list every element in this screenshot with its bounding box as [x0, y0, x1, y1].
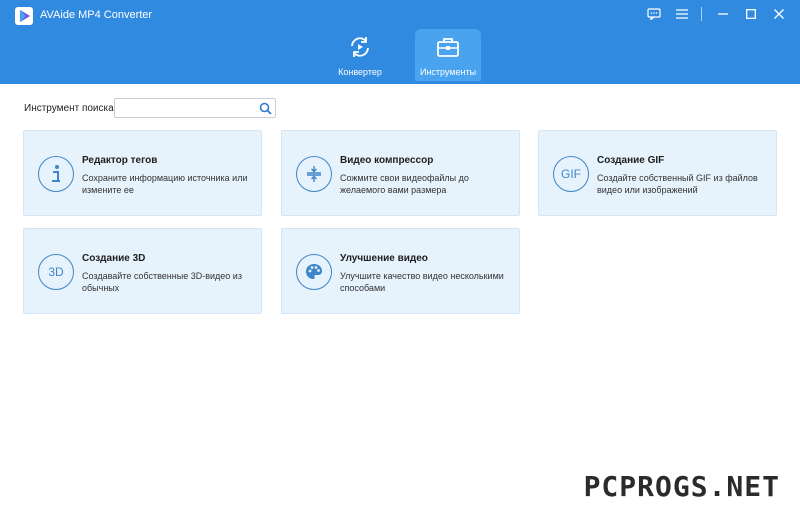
card-title: Редактор тегов: [82, 155, 158, 166]
tab-converter[interactable]: Конвертер: [327, 29, 393, 81]
search-label: Инструмент поиска:: [24, 103, 117, 114]
feedback-icon[interactable]: [643, 4, 665, 24]
convert-icon: [347, 36, 373, 58]
close-icon[interactable]: [768, 4, 790, 24]
card-description: Сохраните информацию источника или измен…: [82, 173, 248, 195]
card-description: Создайте собственный GIF из файлов видео…: [597, 173, 758, 195]
3d-icon: 3D: [38, 254, 74, 290]
card-title: Создание 3D: [82, 253, 146, 264]
card-description: Улучшите качество видео несколькими спос…: [340, 271, 504, 293]
minimize-icon[interactable]: [712, 4, 734, 24]
tab-converter-label: Конвертер: [338, 67, 382, 77]
palette-icon: [296, 254, 332, 290]
app-title: AVAide MP4 Converter: [40, 9, 153, 21]
tab-tools[interactable]: Инструменты: [415, 29, 481, 81]
tool-card-video-compressor[interactable]: Видео компрессор Сожмите свои видеофайлы…: [281, 130, 520, 216]
info-icon: [38, 156, 74, 192]
main-tabs: Конвертер Инструменты: [327, 29, 481, 81]
tool-card-video-enhancer[interactable]: Улучшение видео Улучшите качество видео …: [281, 228, 520, 314]
maximize-icon[interactable]: [740, 4, 762, 24]
window-controls: [643, 4, 790, 24]
tab-tools-label: Инструменты: [419, 67, 477, 77]
3d-icon-text: 3D: [48, 265, 64, 279]
search-icon[interactable]: [259, 102, 272, 115]
card-title: Создание GIF: [597, 155, 665, 166]
card-title: Видео компрессор: [340, 155, 434, 166]
tool-card-3d-maker[interactable]: 3D Создание 3D Создавайте собственные 3D…: [23, 228, 262, 314]
divider: [701, 7, 702, 21]
compress-icon: [296, 156, 332, 192]
gif-icon-text: GIF: [561, 167, 581, 181]
card-description: Сожмите свои видеофайлы до желаемого вам…: [340, 173, 469, 195]
menu-icon[interactable]: [671, 4, 693, 24]
search-box: [114, 98, 276, 118]
title-bar: AVAide MP4 Converter Конвертер Инструмен…: [0, 0, 800, 84]
tool-card-gif-maker[interactable]: GIF Создание GIF Создайте собственный GI…: [538, 130, 777, 216]
search-input[interactable]: [119, 101, 255, 115]
toolbox-icon: [435, 36, 461, 58]
gif-icon: GIF: [553, 156, 589, 192]
app-logo-icon: [14, 6, 34, 26]
card-description: Создавайте собственные 3D-видео из обычн…: [82, 271, 242, 293]
watermark: PCPROGS.NET: [577, 468, 786, 505]
card-title: Улучшение видео: [340, 253, 428, 264]
tool-card-tag-editor[interactable]: Редактор тегов Сохраните информацию исто…: [23, 130, 262, 216]
